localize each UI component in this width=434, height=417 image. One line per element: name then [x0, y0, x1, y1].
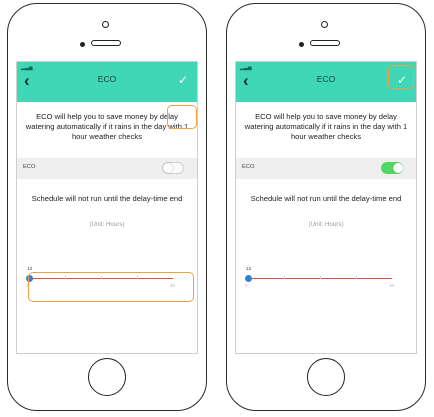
slider-tick — [284, 276, 285, 279]
eco-toggle[interactable] — [162, 162, 184, 174]
slider-max: 48 — [388, 283, 394, 288]
check-highlight — [388, 65, 414, 89]
toggle-knob — [163, 163, 173, 173]
unit-label: (Unit: Hours) — [89, 221, 125, 228]
slider-tick — [320, 276, 321, 279]
nav-bar: ▂▃▅ ‹ ECO ✓ — [236, 62, 416, 102]
nav-title: ECO — [97, 74, 117, 84]
home-button[interactable] — [307, 358, 345, 396]
eco-label: ECO — [242, 164, 255, 170]
slider-value: 12 — [246, 267, 252, 272]
schedule-note: Schedule will not run until the delay-ti… — [31, 194, 183, 203]
earpiece-speaker — [310, 40, 340, 46]
slider-tick — [356, 276, 357, 279]
schedule-note: Schedule will not run until the delay-ti… — [250, 194, 402, 203]
eco-toggle[interactable] — [381, 162, 403, 174]
front-camera — [321, 21, 328, 28]
confirm-check-icon[interactable]: ✓ — [178, 73, 188, 87]
slider-highlight — [28, 272, 194, 302]
earpiece-speaker — [91, 40, 121, 46]
sensor-dot — [299, 42, 304, 47]
eco-screen: ▂▃▅ ‹ ECO ✓ ECO will help you to save mo… — [235, 61, 417, 354]
slider-knob[interactable] — [245, 275, 252, 282]
nav-bar: ▂▃▅ ‹ ECO ✓ — [17, 62, 197, 102]
unit-label: (Unit: Hours) — [308, 221, 344, 228]
eco-description: ECO will help you to save money by delay… — [244, 112, 408, 141]
eco-toggle-row: ECO — [236, 158, 416, 179]
home-button[interactable] — [88, 358, 126, 396]
phone-frame-left: ▂▃▅ ‹ ECO ✓ ECO will help you to save mo… — [7, 3, 207, 411]
eco-description: ECO will help you to save money by delay… — [25, 112, 189, 141]
phone-frame-right: ▂▃▅ ‹ ECO ✓ ECO will help you to save mo… — [226, 3, 426, 411]
sensor-dot — [80, 42, 85, 47]
slider-min: 0 — [245, 283, 248, 288]
front-camera — [102, 21, 109, 28]
delay-slider[interactable]: 12 0 48 — [245, 267, 394, 288]
eco-label: ECO — [23, 164, 36, 170]
toggle-highlight — [167, 105, 197, 129]
toggle-knob — [393, 163, 403, 173]
eco-toggle-row: ECO — [17, 158, 197, 179]
